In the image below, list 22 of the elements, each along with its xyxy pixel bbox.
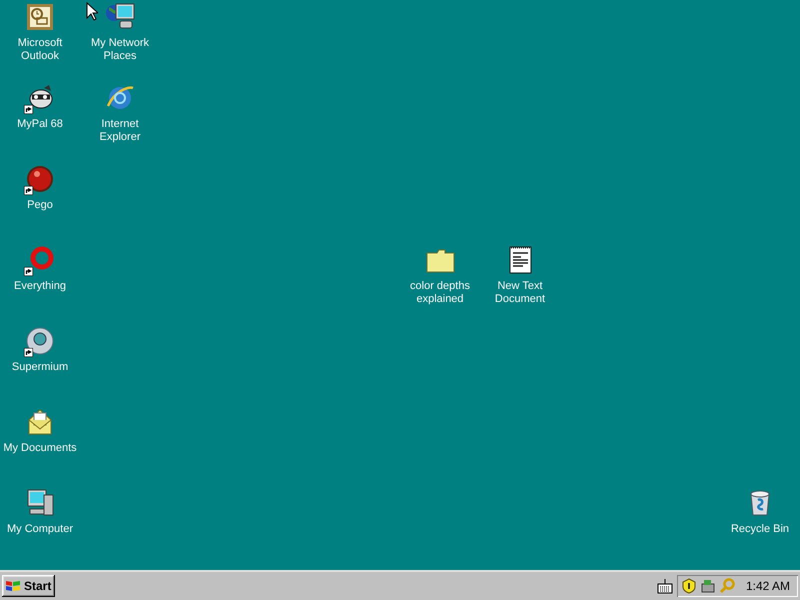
disc-icon[interactable] <box>24 325 56 357</box>
icon-label[interactable]: color depths explained <box>402 280 478 306</box>
start-button[interactable]: Start <box>2 575 56 597</box>
icon-label[interactable]: My Computer <box>2 523 78 536</box>
icon-label[interactable]: Microsoft Outlook <box>2 37 78 63</box>
icon-label[interactable]: Supermium <box>2 361 78 374</box>
ball-icon[interactable] <box>24 163 56 195</box>
icon-label[interactable]: My Documents <box>2 442 78 455</box>
icon-label[interactable]: Everything <box>2 280 78 293</box>
icon-label[interactable]: Recycle Bin <box>722 523 798 536</box>
icon-label[interactable]: Internet Explorer <box>82 118 158 144</box>
windows-logo-icon <box>5 579 21 593</box>
shield-icon[interactable] <box>680 578 697 594</box>
icon-label[interactable]: New Text Document <box>482 280 558 306</box>
keyboard-icon[interactable] <box>656 578 673 594</box>
mouse-pointer-icon <box>86 2 98 21</box>
clock-envelope-icon[interactable] <box>24 1 56 33</box>
icon-label[interactable]: My Network Places <box>82 37 158 63</box>
network-icon[interactable] <box>700 578 716 594</box>
clock[interactable]: 1:42 AM <box>746 579 790 593</box>
icon-label[interactable]: Pego <box>2 199 78 212</box>
icon-label[interactable]: MyPal 68 <box>2 118 78 131</box>
